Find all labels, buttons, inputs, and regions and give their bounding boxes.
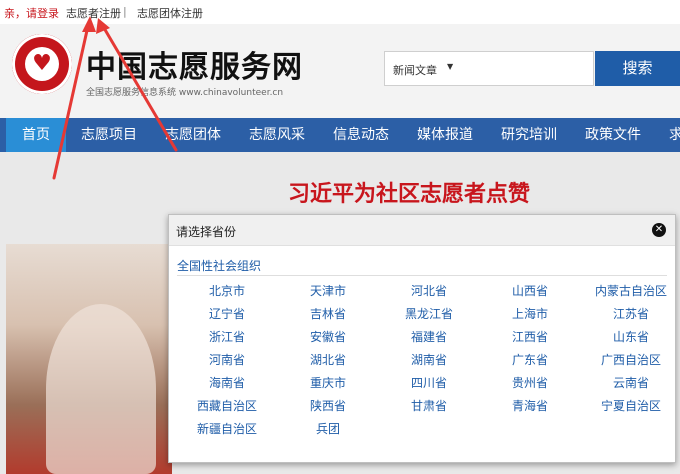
nav-item-showcase[interactable]: 志愿风采 [249, 118, 305, 152]
province-link[interactable]: 内蒙古自治区 [595, 282, 667, 299]
main-nav: 首页 志愿项目 志愿团体 志愿风采 信息动态 媒体报道 研究培训 政策文件 求 [0, 118, 680, 152]
province-link[interactable]: 浙江省 [209, 328, 245, 345]
photo-subject [46, 304, 156, 474]
nav-item-research[interactable]: 研究培训 [501, 118, 557, 152]
province-link[interactable]: 云南省 [613, 374, 649, 391]
caret-down-icon: ▼ [447, 62, 454, 71]
search-button[interactable]: 搜索 [595, 51, 680, 86]
nav-item-policy[interactable]: 政策文件 [585, 118, 641, 152]
dialog-title: 请选择省份 [176, 225, 237, 239]
province-link[interactable]: 湖北省 [310, 351, 346, 368]
province-link[interactable]: 湖南省 [411, 351, 447, 368]
search-category-select[interactable]: 新闻文章 ▼ [384, 51, 594, 86]
province-link[interactable]: 上海市 [512, 305, 548, 322]
login-link[interactable]: 亲，请登录 [4, 5, 59, 21]
headline[interactable]: 习近平为社区志愿者点赞 [288, 176, 530, 208]
province-link[interactable]: 甘肃省 [411, 397, 447, 414]
province-link[interactable]: 贵州省 [512, 374, 548, 391]
province-link[interactable]: 河北省 [411, 282, 447, 299]
province-link[interactable]: 黑龙江省 [405, 305, 453, 322]
news-photo[interactable] [6, 244, 172, 474]
province-link[interactable]: 吉林省 [310, 305, 346, 322]
province-link[interactable]: 新疆自治区 [197, 420, 257, 437]
top-bar: 亲，请登录 志愿者注册 | 志愿团体注册 [0, 0, 680, 24]
national-organizations-link[interactable]: 全国性社会组织 [177, 257, 261, 274]
province-link[interactable]: 海南省 [209, 374, 245, 391]
nav-item-groups[interactable]: 志愿团体 [165, 118, 221, 152]
province-link[interactable]: 兵团 [316, 420, 340, 437]
group-register-link[interactable]: 志愿团体注册 [137, 5, 203, 21]
province-link[interactable]: 四川省 [411, 374, 447, 391]
topbar-separator: | [123, 5, 127, 18]
province-link[interactable]: 广东省 [512, 351, 548, 368]
province-link[interactable]: 江西省 [512, 328, 548, 345]
province-select-dialog: 请选择省份 ✕ 全国性社会组织 北京市 天津市 河北省 山西省 内蒙古自治区辽宁省 吉林省… [168, 214, 676, 463]
province-link[interactable]: 江苏省 [613, 305, 649, 322]
dialog-header: 请选择省份 ✕ [169, 215, 675, 246]
province-link[interactable]: 安徽省 [310, 328, 346, 345]
province-link[interactable]: 天津市 [310, 282, 346, 299]
province-link[interactable]: 重庆市 [310, 374, 346, 391]
province-link[interactable]: 青海省 [512, 397, 548, 414]
volunteer-register-link[interactable]: 志愿者注册 [66, 5, 121, 21]
province-link[interactable]: 西藏自治区 [197, 397, 257, 414]
nav-item-home[interactable]: 首页 [6, 118, 66, 152]
nav-item-more[interactable]: 求 [669, 118, 680, 152]
province-link[interactable]: 山西省 [512, 282, 548, 299]
dialog-divider [177, 275, 667, 276]
province-link[interactable]: 福建省 [411, 328, 447, 345]
nav-item-media[interactable]: 媒体报道 [417, 118, 473, 152]
province-link[interactable]: 山东省 [613, 328, 649, 345]
province-link[interactable]: 广西自治区 [601, 351, 661, 368]
province-link[interactable]: 辽宁省 [209, 305, 245, 322]
site-subtitle: 全国志愿服务信息系统 www.chinavolunteer.cn [86, 88, 284, 98]
heart-icon: ♥ [32, 51, 52, 76]
search-category-label: 新闻文章 [393, 64, 437, 77]
province-link[interactable]: 河南省 [209, 351, 245, 368]
site-logo[interactable]: ♥ [12, 34, 72, 94]
close-icon[interactable]: ✕ [652, 223, 666, 237]
province-link[interactable]: 宁夏自治区 [601, 397, 661, 414]
province-link[interactable]: 陕西省 [310, 397, 346, 414]
province-link[interactable]: 北京市 [209, 282, 245, 299]
nav-item-projects[interactable]: 志愿项目 [81, 118, 137, 152]
nav-item-news[interactable]: 信息动态 [333, 118, 389, 152]
site-title: 中国志愿服务网 [86, 50, 303, 85]
